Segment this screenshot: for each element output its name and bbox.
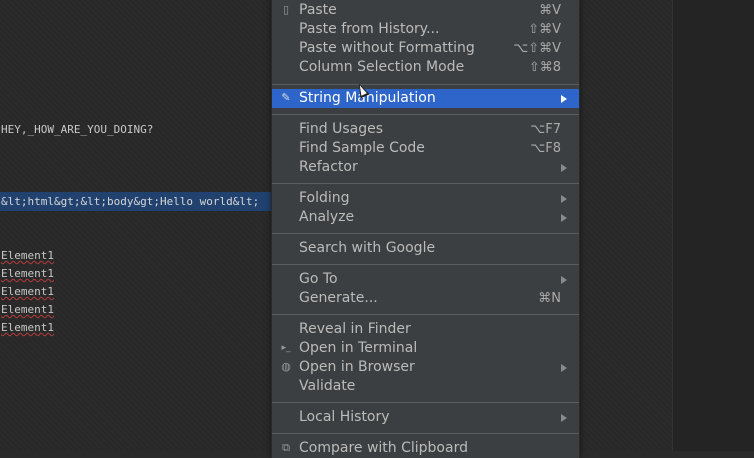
menu-item-paste-without-formatting[interactable]: Paste without Formatting ⌥⇧⌘V bbox=[272, 39, 579, 58]
submenu-arrow-icon bbox=[561, 276, 567, 284]
code-text: Element1 bbox=[1, 303, 54, 316]
menu-item-analyze[interactable]: Analyze bbox=[272, 208, 579, 227]
menu-item-label: Folding bbox=[299, 190, 350, 206]
submenu-arrow-icon bbox=[561, 164, 567, 172]
menu-item-refactor[interactable]: Refactor bbox=[272, 158, 579, 177]
menu-item-label: Open in Terminal bbox=[299, 340, 418, 356]
menu-item-label: Paste without Formatting bbox=[299, 40, 475, 56]
menu-item-generate[interactable]: Generate... ⌘N bbox=[272, 289, 579, 308]
clipboard-icon: ▯ bbox=[282, 3, 290, 16]
menu-item-find-sample-code[interactable]: Find Sample Code ⌥F8 bbox=[272, 139, 579, 158]
menu-item-label: Reveal in Finder bbox=[299, 321, 411, 337]
menu-item-search-with-google[interactable]: Search with Google bbox=[272, 239, 579, 258]
code-text: Element1 bbox=[1, 285, 54, 298]
code-text: Element1 bbox=[1, 321, 54, 334]
submenu-arrow-icon bbox=[561, 364, 567, 372]
menu-separator bbox=[272, 183, 579, 184]
menu-item-column-selection-mode[interactable]: Column Selection Mode ⇧⌘8 bbox=[272, 58, 579, 77]
menu-item-go-to[interactable]: Go To bbox=[272, 270, 579, 289]
menu-item-shortcut: ⇧⌘V bbox=[528, 22, 561, 37]
side-panel bbox=[672, 0, 754, 451]
menu-item-paste-from-history[interactable]: Paste from History... ⇧⌘V bbox=[272, 20, 579, 39]
code-line[interactable]: HEY,_HOW_ARE_YOU_DOING? bbox=[1, 123, 153, 136]
menu-item-shortcut: ⇧⌘8 bbox=[528, 60, 561, 75]
menu-item-shortcut: ⌥F7 bbox=[530, 122, 561, 137]
menu-item-folding[interactable]: Folding bbox=[272, 189, 579, 208]
menu-item-label: Search with Google bbox=[299, 240, 436, 256]
submenu-arrow-icon bbox=[561, 95, 567, 103]
menu-item-label: Paste bbox=[299, 2, 337, 18]
pencil-icon: ✎ bbox=[281, 91, 291, 104]
menu-item-label: Analyze bbox=[299, 209, 355, 225]
menu-item-label: Validate bbox=[299, 378, 356, 394]
menu-item-reveal-in-finder[interactable]: Reveal in Finder bbox=[272, 320, 579, 339]
menu-item-paste[interactable]: ▯ Paste ⌘V bbox=[272, 1, 579, 20]
code-line[interactable]: Element1 bbox=[1, 285, 54, 298]
menu-item-find-usages[interactable]: Find Usages ⌥F7 bbox=[272, 120, 579, 139]
menu-separator bbox=[272, 84, 579, 85]
code-line[interactable]: Element1 bbox=[1, 321, 54, 334]
menu-separator bbox=[272, 114, 579, 115]
menu-item-label: Open in Browser bbox=[299, 359, 415, 375]
code-line[interactable]: Element1 bbox=[1, 267, 54, 280]
menu-item-label: Go To bbox=[299, 271, 338, 287]
code-line[interactable]: Element1 bbox=[1, 249, 54, 262]
menu-item-shortcut: ⌥F8 bbox=[530, 141, 561, 156]
menu-item-shortcut: ⌘N bbox=[538, 291, 561, 306]
menu-item-label: Compare with Clipboard bbox=[299, 440, 468, 456]
globe-icon: ◍ bbox=[281, 360, 291, 373]
menu-item-label: Paste from History... bbox=[299, 21, 440, 37]
code-line-selected[interactable]: &lt;html&gt;&lt;body&gt;Hello world&lt; bbox=[1, 195, 259, 208]
menu-item-label: Generate... bbox=[299, 290, 378, 306]
menu-separator bbox=[272, 433, 579, 434]
menu-item-compare-with-clipboard[interactable]: ⧉ Compare with Clipboard bbox=[272, 439, 579, 458]
menu-separator bbox=[272, 264, 579, 265]
code-text: &lt;html&gt;&lt;body&gt;Hello world&lt; bbox=[1, 195, 260, 208]
menu-item-open-in-browser[interactable]: ◍ Open in Browser bbox=[272, 358, 579, 377]
menu-item-label: Local History bbox=[299, 409, 390, 425]
code-line[interactable]: Element1 bbox=[1, 303, 54, 316]
menu-item-label: Column Selection Mode bbox=[299, 59, 465, 75]
menu-item-open-in-terminal[interactable]: ▸_ Open in Terminal bbox=[272, 339, 579, 358]
compare-icon: ⧉ bbox=[282, 441, 290, 454]
menu-separator bbox=[272, 402, 579, 403]
menu-item-validate[interactable]: Validate bbox=[272, 377, 579, 396]
code-text: Element1 bbox=[1, 267, 54, 280]
menu-item-label: Find Usages bbox=[299, 121, 384, 137]
context-menu: ▯ Paste ⌘V Paste from History... ⇧⌘V Pas… bbox=[271, 0, 580, 458]
code-text: HEY,_HOW_ARE_YOU_DOING? bbox=[1, 123, 154, 136]
submenu-arrow-icon bbox=[561, 214, 567, 222]
code-text: Element1 bbox=[1, 249, 54, 262]
submenu-arrow-icon bbox=[561, 195, 567, 203]
menu-item-shortcut: ⌥⇧⌘V bbox=[513, 41, 561, 56]
menu-item-label: Refactor bbox=[299, 159, 358, 175]
menu-item-string-manipulation[interactable]: ✎ String Manipulation bbox=[272, 89, 579, 108]
menu-item-local-history[interactable]: Local History bbox=[272, 408, 579, 427]
menu-item-shortcut: ⌘V bbox=[539, 3, 561, 18]
menu-separator bbox=[272, 314, 579, 315]
submenu-arrow-icon bbox=[561, 414, 567, 422]
menu-item-label: Find Sample Code bbox=[299, 140, 425, 156]
menu-separator bbox=[272, 233, 579, 234]
terminal-icon: ▸_ bbox=[281, 343, 291, 353]
